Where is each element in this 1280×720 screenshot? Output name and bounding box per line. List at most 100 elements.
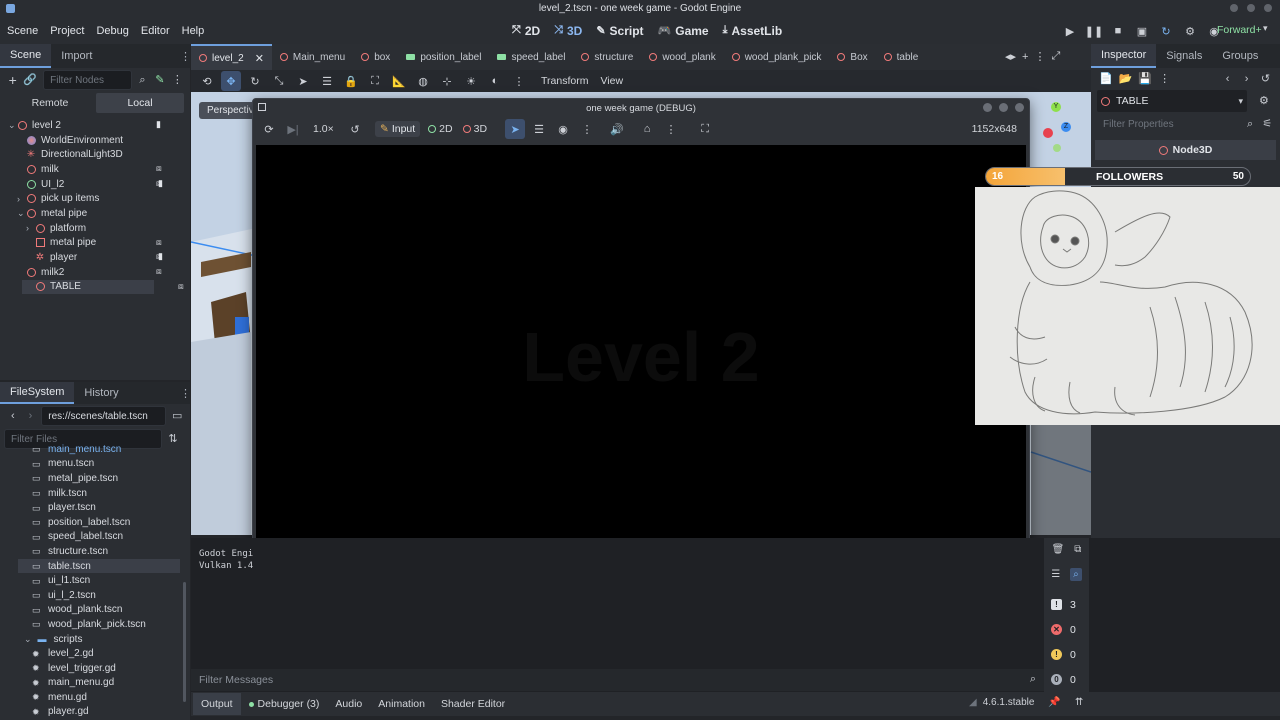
tab-assetlib[interactable]: ⤓ AssetLib xyxy=(717,24,789,38)
counter-error[interactable]: ✕ 0 xyxy=(1051,617,1089,642)
tree-node[interactable]: ⌄ level 2 ▮ xyxy=(0,118,245,133)
menu-project[interactable]: Project xyxy=(44,25,90,37)
bottom-tab[interactable]: Animation xyxy=(370,693,433,715)
game-canvas[interactable]: Level 2 xyxy=(256,145,1026,577)
history-icon[interactable]: ↺ xyxy=(1259,72,1272,86)
more-icon[interactable]: ⋮ xyxy=(171,73,184,87)
tab-import[interactable]: Import xyxy=(51,44,102,68)
stop-icon[interactable]: ■ xyxy=(1108,21,1128,41)
scene-tab[interactable]: structure xyxy=(573,44,641,70)
attach-script-icon[interactable]: ✎ xyxy=(153,73,166,87)
node-settings-icon[interactable]: ⚙ xyxy=(1259,94,1269,107)
local-space-icon[interactable]: ◍ xyxy=(413,71,433,91)
bottom-tab[interactable]: Output xyxy=(193,693,241,715)
tree-node[interactable]: ✲ player ⧈ ▮ xyxy=(0,250,262,265)
environment-icon[interactable]: ◐ xyxy=(485,71,505,91)
tree-node[interactable]: › platform xyxy=(0,221,271,236)
save-icon[interactable]: 💾 xyxy=(1138,72,1152,86)
tree-node[interactable]: ✳ DirectionalLight3D xyxy=(0,147,307,162)
embed-icon[interactable]: ⌂ xyxy=(637,119,657,139)
scene-tab[interactable]: wood_plank xyxy=(641,44,723,70)
scene-tab[interactable]: level_2 ✕ xyxy=(191,44,272,70)
tree-node[interactable]: UI_l2 ⧈ ▮ xyxy=(0,177,249,192)
scene-tab[interactable]: Main_menu xyxy=(272,44,353,70)
file-item[interactable]: ▭ player.tscn xyxy=(8,500,190,515)
bottom-tab[interactable]: Debugger (3) xyxy=(241,693,328,715)
history-back-icon[interactable]: ‹ xyxy=(1221,72,1234,86)
counter-info[interactable]: 00 xyxy=(1051,667,1089,692)
tab-scene[interactable]: Scene xyxy=(0,44,52,68)
play-icon[interactable]: ▶ xyxy=(1060,21,1080,41)
scene-tab[interactable]: table xyxy=(876,44,927,70)
select-mode-icon[interactable]: ⟲ xyxy=(197,71,217,91)
renderer-dropdown-icon[interactable]: ▾ xyxy=(1263,23,1268,34)
forward-icon[interactable]: › xyxy=(24,409,38,423)
file-item[interactable]: ▭ table.tscn xyxy=(18,558,180,574)
dock-menu-icon[interactable]: ⋮ xyxy=(180,50,191,63)
more-icon[interactable]: ⋮ xyxy=(577,119,597,139)
file-item[interactable]: ▭ wood_plank.tscn xyxy=(8,603,190,618)
history-forward-icon[interactable]: › xyxy=(1240,72,1253,86)
speaker-icon[interactable]: 🔊 xyxy=(607,119,627,139)
counter-warning[interactable]: ! 0 xyxy=(1051,642,1089,667)
expand-arrow-icon[interactable]: ⌄ xyxy=(8,120,17,131)
file-item[interactable]: ▭ position_label.tscn xyxy=(8,515,190,530)
tab-scroll-left-icon[interactable]: ◂▸ xyxy=(1005,50,1016,63)
split-view-icon[interactable]: ▭ xyxy=(170,409,184,423)
link-icon[interactable]: 🔗 xyxy=(23,73,37,87)
back-icon[interactable]: ‹ xyxy=(6,409,20,423)
tree-node[interactable]: ⌄ metal pipe xyxy=(0,206,272,221)
mode-2d-button[interactable]: 2D xyxy=(428,123,453,135)
scene-tab[interactable]: position_label xyxy=(398,44,489,70)
instance-icon[interactable]: ⧈ xyxy=(156,163,162,174)
dock-menu-icon[interactable]: ⋮ xyxy=(180,387,190,400)
filter-search-icon[interactable]: ⌕ xyxy=(1070,567,1082,581)
move-mode-icon[interactable]: ✥ xyxy=(221,71,241,91)
tab-game[interactable]: 🎮 Game xyxy=(652,24,715,38)
close-window-button[interactable] xyxy=(1264,4,1272,12)
file-item[interactable]: ✹ player.gd xyxy=(8,705,190,720)
load-icon[interactable]: 📂 xyxy=(1119,72,1133,86)
file-item[interactable]: ▭ ui_l1.tscn xyxy=(8,573,190,588)
remote-button[interactable]: Remote xyxy=(4,97,96,109)
fullscreen-icon[interactable]: ⛶ xyxy=(695,119,715,139)
file-item[interactable]: ▭ metal_pipe.tscn xyxy=(8,471,190,486)
remote-debug-icon[interactable]: ⚙ xyxy=(1180,21,1200,41)
transform-menu[interactable]: Transform xyxy=(541,75,588,87)
filter-properties-input[interactable]: Filter Properties xyxy=(1097,114,1240,134)
more-icon[interactable]: ⋮ xyxy=(661,119,681,139)
tree-node[interactable]: milk ⧈ xyxy=(0,162,243,177)
tab-inspector[interactable]: Inspector xyxy=(1091,44,1157,68)
new-tab-icon[interactable]: + xyxy=(1022,51,1028,63)
close-window-button[interactable] xyxy=(1015,103,1024,112)
maximize-button[interactable] xyxy=(1247,4,1255,12)
tree-node[interactable]: milk2 ⧈ xyxy=(0,265,249,280)
close-icon[interactable]: ✕ xyxy=(255,52,264,65)
rotate-mode-icon[interactable]: ↻ xyxy=(245,71,265,91)
lock-icon[interactable]: 🔒 xyxy=(341,71,361,91)
menu-debug[interactable]: Debug xyxy=(90,25,134,37)
file-item[interactable]: ▭ menu.tscn xyxy=(8,457,190,472)
gizmo-neg-icon[interactable] xyxy=(1053,144,1061,152)
tab-filesystem[interactable]: FileSystem xyxy=(0,382,75,404)
instance-icon[interactable]: ⧈ xyxy=(156,266,162,277)
collapse-arrow-icon[interactable]: › xyxy=(26,223,35,233)
file-item[interactable]: ✹ menu.gd xyxy=(8,690,190,705)
property-options-icon[interactable]: ⚟ xyxy=(1261,117,1274,131)
tab-2d[interactable]: ⤧ 2D xyxy=(506,24,546,38)
file-item[interactable]: ▭ wood_plank_pick.tscn xyxy=(8,617,190,632)
collapse-icon[interactable]: ☰ xyxy=(1051,569,1060,580)
file-item[interactable]: ✹ main_menu.gd xyxy=(8,676,190,691)
scene-tab[interactable]: wood_plank_pick xyxy=(724,44,830,70)
menu-editor[interactable]: Editor xyxy=(135,25,176,37)
tree-node[interactable]: metal pipe ⧈ xyxy=(0,236,281,251)
expand-arrow-icon[interactable]: ⌄ xyxy=(24,634,32,645)
version-label[interactable]: 4.6.1.stable xyxy=(983,697,1035,708)
group-icon[interactable]: ⛶ xyxy=(365,71,385,91)
counter-message[interactable]: ! 3 xyxy=(1051,592,1089,617)
expand-arrow-icon[interactable]: ⌄ xyxy=(17,208,26,219)
class-section-header[interactable]: Node3D xyxy=(1095,140,1276,160)
file-item[interactable]: ✹ level_2.gd xyxy=(8,646,190,661)
tab-history[interactable]: History xyxy=(74,382,128,404)
view-gizmo[interactable]: Y Z xyxy=(1031,100,1081,156)
